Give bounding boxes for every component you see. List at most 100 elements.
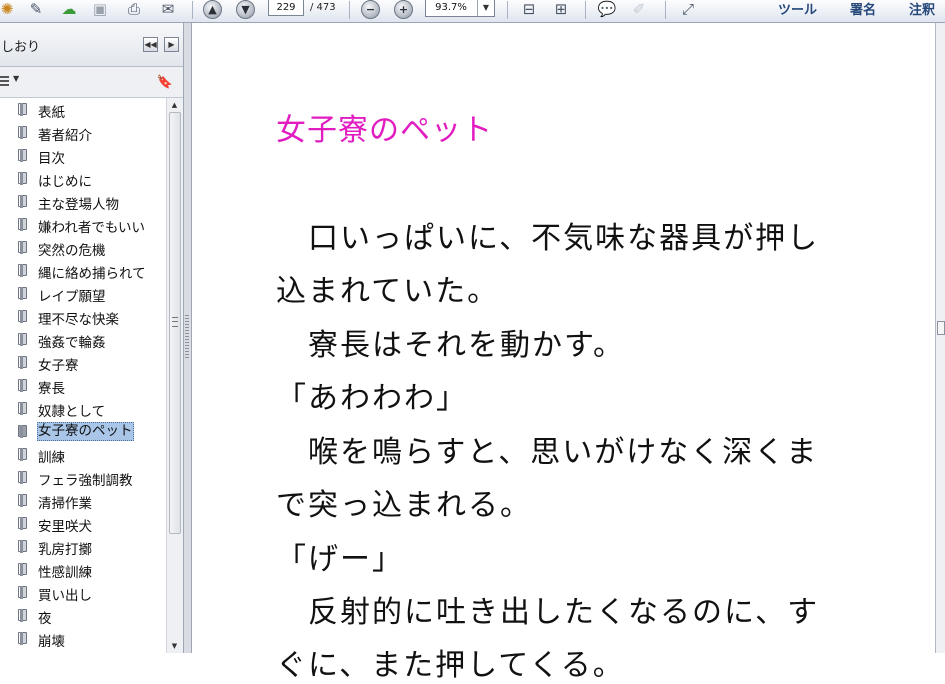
bookmarks-panel: しおり ◀◀ ▶ ▼ 🔖 表紙 著者紹介目次 はじめに 主な登場人物 嫌われ者でもいい突… [0,23,184,653]
bookmark-item[interactable]: 訓練 [0,443,166,466]
grip-icon [172,317,178,327]
bookmark-label: 乳房打擲 [38,542,92,558]
sign-button[interactable]: 署名 [850,0,876,18]
comment-bubble-icon[interactable]: 💬 [596,0,618,18]
bookmark-item[interactable]: 清掃作業 [0,489,166,512]
bookmark-item[interactable]: 嫌われ者でもいい [0,213,166,236]
bookmark-item[interactable]: 女子寮のペット [0,420,166,442]
page-number-input[interactable] [268,0,304,16]
fit-page-icon[interactable]: ⊟ [518,0,540,18]
chevron-down-icon: ▼ [13,74,20,83]
scroll-down-arrow-icon[interactable]: ▼ [167,639,182,653]
bookmark-icon [18,264,27,277]
toolbar-separator [665,1,666,19]
bookmark-item[interactable]: レイプ願望 [0,282,166,305]
bookmark-icon [18,172,27,185]
bookmark-label: 安里咲犬 [38,519,92,535]
bookmark-item[interactable]: 乳房打擲 [0,535,166,558]
zoom-input[interactable] [426,0,476,16]
panel-forward-button[interactable]: ▶ [164,37,179,52]
bookmark-item[interactable]: 崩壊 [0,627,166,650]
document-scrollbar[interactable] [935,23,945,653]
toolbar-separator [192,1,193,19]
expand-icon[interactable]: ⤢ [676,0,700,18]
bookmark-item[interactable]: 表紙 [0,98,166,121]
document-text-line: 「げー」 [276,542,404,577]
list-options-icon [0,76,9,86]
bookmark-item[interactable]: 目次 [0,144,166,167]
new-bookmark-icon[interactable]: 🔖 [156,73,174,91]
bookmark-item[interactable]: 突然の危機 [0,236,166,259]
bookmark-item[interactable]: 安里咲犬 [0,512,166,535]
bookmark-label: 崩壊 [38,634,65,650]
bookmark-icon [18,471,27,484]
print-icon[interactable]: ⎙ [122,0,146,18]
save-icon[interactable]: ▣ [90,0,110,18]
zoom-select[interactable]: ▼ [425,0,495,17]
document-text-line: で突っ込まれる。 [276,488,532,523]
bookmark-label: 訓練 [38,450,65,466]
bookmark-icon [18,356,27,369]
bookmark-item[interactable]: はじめに [0,167,166,190]
document-text-line: 口いっぱいに、不気味な器具が押し [276,221,820,256]
bookmark-item[interactable]: 著者紹介 [0,121,166,144]
panel-splitter[interactable] [184,23,192,653]
bookmark-item[interactable]: 性感訓練 [0,558,166,581]
bookmark-item[interactable]: 女子寮 [0,351,166,374]
scrollbar-thumb[interactable] [169,112,181,534]
next-page-button[interactable]: ▼ [236,0,255,19]
previous-page-button[interactable]: ▲ [203,0,222,19]
toolbar-separator [349,1,350,19]
upload-cloud-icon[interactable]: ☁ [56,0,82,18]
bookmark-icon [18,287,27,300]
toolbar-separator [507,1,508,19]
bookmark-icon [18,448,27,461]
zoom-in-button[interactable]: + [394,0,413,19]
document-text-line: 反射的に吐き出したくなるのに、す [276,595,820,630]
bookmark-item[interactable]: 買い出し [0,581,166,604]
edit-icon[interactable]: ✎ [26,0,46,18]
tools-button[interactable]: ツール [778,0,817,18]
bookmark-icon [18,540,27,553]
bookmark-label: 縄に絡め捕られて [38,266,146,282]
bookmark-label: フェラ強制調教 [38,473,133,489]
document-text-line: 喉を鳴らすと、思いがけなく深くま [276,435,819,470]
comment-button[interactable]: 注釈 [909,0,935,18]
toolbar-separator [585,1,586,19]
bookmark-label: 女子寮 [38,358,79,374]
bookmark-icon [18,149,27,162]
bookmark-icon [18,379,27,392]
bookmark-item[interactable]: 強姦で輪姦 [0,328,166,351]
bookmark-label: 目次 [38,151,65,167]
bookmark-label: 女子寮のペット [37,422,134,441]
bookmark-label: 強姦で輪姦 [38,335,106,351]
highlight-pen-icon[interactable]: ✐ [628,0,650,18]
bookmark-item[interactable]: 縄に絡め捕られて [0,259,166,282]
bookmark-item[interactable]: 奴隷として [0,397,166,420]
document-text-line: 寮長はそれを動かす。 [276,328,625,363]
bookmark-item[interactable]: 理不尽な快楽 [0,305,166,328]
chevron-down-icon[interactable]: ▼ [477,0,494,16]
scroll-up-arrow-icon[interactable]: ▲ [167,98,182,112]
create-pdf-icon[interactable]: ✺ [0,0,14,18]
splitter-grip-icon [185,315,189,359]
bookmark-item[interactable]: 寮長 [0,374,166,397]
bookmarks-scrollbar[interactable]: ▲ ▼ [166,98,182,653]
collapse-panel-button[interactable]: ◀◀ [143,37,158,52]
bookmark-label: レイプ願望 [38,289,106,305]
bookmark-item[interactable]: 主な登場人物 [0,190,166,213]
options-menu-button[interactable]: ▼ [0,74,20,90]
bookmark-icon [18,609,27,622]
bookmark-item[interactable]: フェラ強制調教 [0,466,166,489]
bookmark-label: 清掃作業 [38,496,92,512]
bookmark-icon [18,586,27,599]
document-text-line: 「あわわわ」 [276,381,468,416]
bookmark-item[interactable]: 夜 [0,604,166,627]
document-text-line: ぐに、また押してくる。 [276,648,625,683]
bookmarks-panel-header: しおり ◀◀ ▶ [0,23,183,67]
fit-width-icon[interactable]: ⊞ [550,0,572,18]
email-icon[interactable]: ✉ [155,0,181,18]
zoom-out-button[interactable]: − [361,0,380,19]
scrollbar-thumb[interactable] [937,321,945,335]
bookmark-label: 買い出し [38,588,92,604]
